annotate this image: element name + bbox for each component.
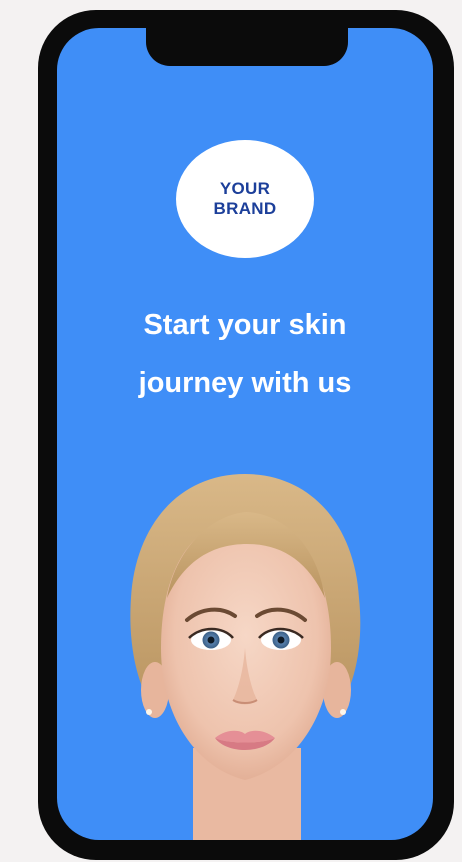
brand-logo-line2: BRAND [213, 199, 277, 218]
brand-logo-line1: YOUR [219, 179, 271, 198]
welcome-headline: Start your skin journey with us [57, 296, 433, 412]
app-screen: YOUR BRAND Start your skin journey with … [57, 28, 433, 840]
face-portrait-image [130, 474, 361, 840]
canvas: YOUR BRAND Start your skin journey with … [0, 0, 462, 862]
brand-logo: YOUR BRAND [176, 140, 314, 258]
headline-line2: journey with us [138, 367, 352, 399]
phone-notch [146, 28, 348, 66]
headline-line1: Start your skin [143, 309, 347, 341]
phone-frame: YOUR BRAND Start your skin journey with … [38, 10, 454, 860]
